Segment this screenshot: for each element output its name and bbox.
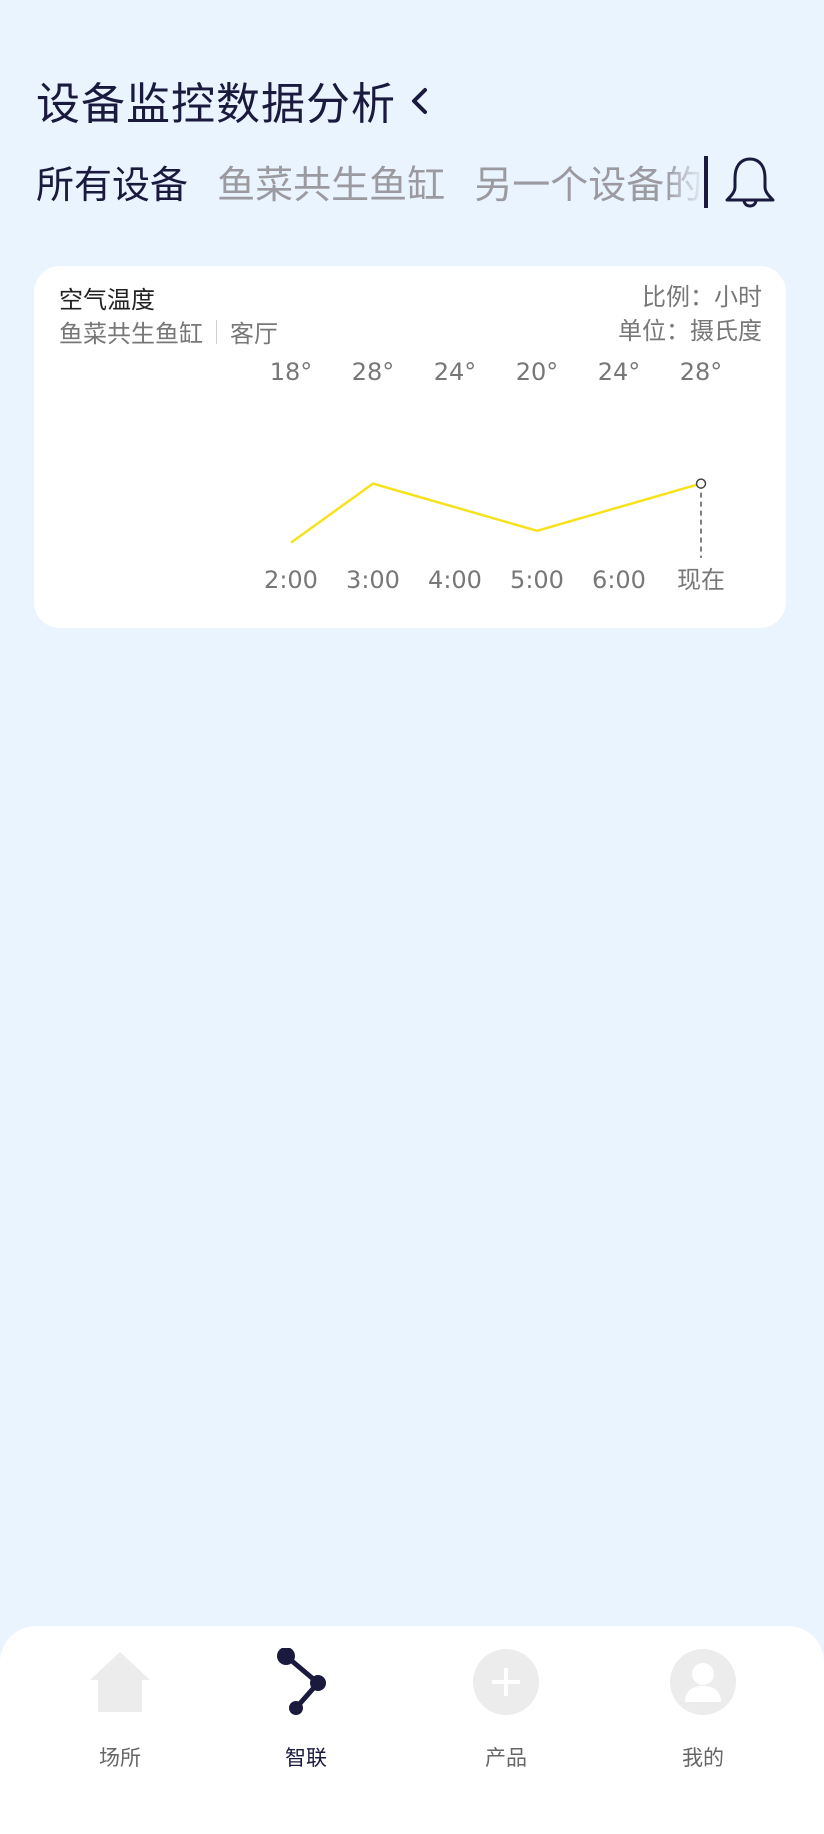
tab-all-devices[interactable]: 所有设备 (36, 160, 188, 210)
page-title: 设备监控数据分析 (36, 79, 396, 130)
home-icon (90, 1652, 150, 1712)
value-label: 24° (434, 358, 477, 386)
value-label: 18° (270, 358, 313, 386)
bottom-tabbar: 场所 智联 产品 我的 (0, 1626, 824, 1834)
x-tick-label: 5:00 (510, 566, 564, 594)
plus-circle-icon (473, 1649, 539, 1715)
share-nodes-icon (277, 1648, 326, 1715)
header: 设备监控数据分析 (36, 68, 436, 132)
x-tick-label: 6:00 (592, 566, 646, 594)
value-label: 28° (680, 358, 723, 386)
user-icon (670, 1649, 736, 1715)
tab-aquaponics-tank[interactable]: 鱼菜共生鱼缸 (217, 160, 445, 210)
tabbar-label-mine: 我的 (682, 1746, 724, 1770)
tabbar-label-smartlink: 智联 (285, 1746, 327, 1770)
tabs-fade (666, 160, 706, 210)
tabbar-label-places: 场所 (99, 1746, 141, 1770)
x-tick-label: 4:00 (428, 566, 482, 594)
temperature-chart: 18° 28° 24° 20° 24° 28° 2:00 3:00 4:00 5:00 6:00 现在 (264, 358, 725, 594)
device-tabs: 所有设备 鱼菜共生鱼缸 另一个设备的长 (36, 160, 706, 210)
chevron-left-icon[interactable] (408, 82, 436, 118)
value-label: 28° (352, 358, 395, 386)
value-label: 20° (516, 358, 559, 386)
data-point (695, 478, 707, 489)
value-label: 24° (598, 358, 641, 386)
tabs-divider (704, 156, 708, 208)
x-tick-label: 2:00 (264, 566, 318, 594)
tabbar-label-products: 产品 (485, 1746, 527, 1770)
air-temperature-card[interactable]: 空气温度 鱼菜共生鱼缸 客厅 比例：小时 单位：摄氏度 18° 28° 24° 20°… (34, 266, 786, 628)
x-tick-label: 现在 (677, 566, 725, 594)
x-tick-label: 3:00 (346, 566, 400, 594)
series-line (290, 482, 702, 544)
bell-icon[interactable] (722, 154, 778, 210)
